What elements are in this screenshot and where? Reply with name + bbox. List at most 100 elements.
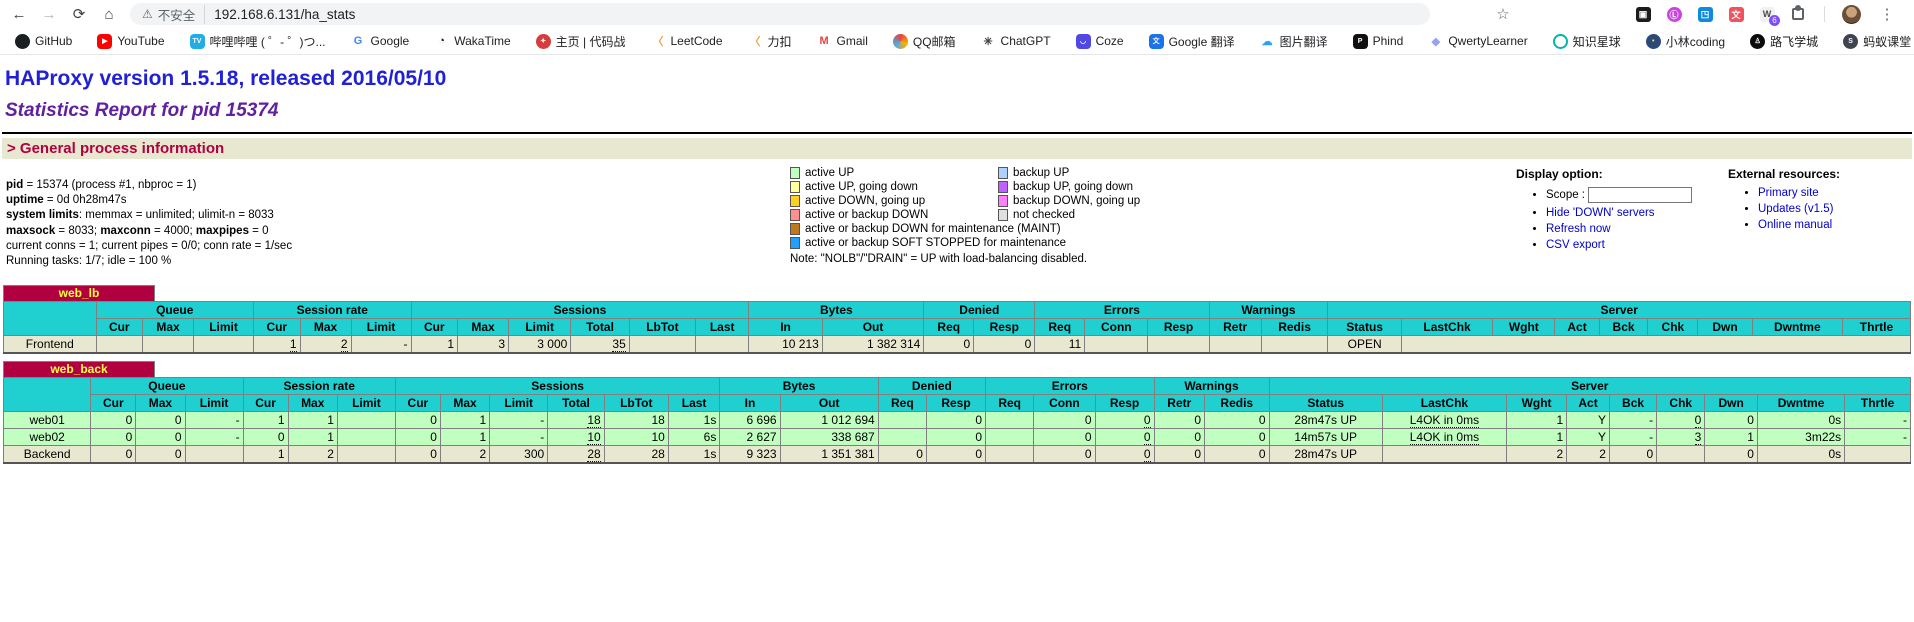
- legend-swatch: [998, 195, 1008, 207]
- qwerty-learner-icon: ◆: [1428, 34, 1443, 49]
- cell-rate-cur: 1: [243, 446, 288, 464]
- scope-item: Scope :: [1546, 187, 1728, 203]
- cell-errors-conn: 0: [1034, 429, 1095, 446]
- blue-box-extension-icon[interactable]: ◳: [1696, 5, 1714, 23]
- cell-denied-resp: 0: [926, 412, 985, 429]
- cell-dwn: 0: [1705, 446, 1758, 464]
- group-header-bytes: Bytes: [749, 302, 924, 319]
- reload-icon[interactable]: ⟳: [66, 3, 92, 25]
- cell-sessions-max: 3: [458, 336, 509, 354]
- bookmark-leetcode[interactable]: 〈LeetCode: [650, 34, 722, 49]
- link-online-manual[interactable]: Online manual: [1758, 219, 1832, 231]
- menu-icon[interactable]: ⋮: [1874, 3, 1900, 25]
- legend-label: active UP: [805, 167, 854, 179]
- blue-box-extension-icon-glyph: ◳: [1698, 7, 1713, 22]
- col-header-bck: Bck: [1609, 395, 1656, 412]
- col-header-bytes-out: Out: [822, 319, 924, 336]
- legend-swatch: [998, 209, 1008, 221]
- haproxy-stats-page: HAProxy version 1.5.18, released 2016/05…: [0, 55, 1914, 464]
- forward-icon[interactable]: →: [36, 3, 62, 25]
- bookmark-google[interactable]: GGoogle: [351, 34, 410, 49]
- bookmark-phind[interactable]: PPhind: [1353, 34, 1404, 49]
- bookmark-chatgpt[interactable]: ✳ChatGPT: [981, 34, 1051, 49]
- bookmark-wakatime[interactable]: ◔WakaTime: [434, 34, 510, 49]
- table-row-web01: web0100-1101-18181s6 6961 012 6940000028…: [4, 412, 1911, 429]
- security-chip[interactable]: ⚠ 不安全: [142, 5, 205, 24]
- toolbar-divider: [1824, 6, 1825, 22]
- translate-a-extension-icon-glyph: 文: [1729, 7, 1744, 22]
- legend-swatch: [790, 223, 800, 235]
- col-header-dwn: Dwn: [1705, 395, 1758, 412]
- legend-label: active or backup DOWN: [805, 209, 928, 221]
- col-header-rate-limit: Limit: [337, 395, 395, 412]
- group-header-warnings: Warnings: [1209, 302, 1328, 319]
- extensions-puzzle-icon[interactable]: [1789, 5, 1807, 23]
- legend-swatch: [790, 237, 800, 249]
- cell-rate-limit: -: [351, 336, 411, 354]
- cell-rate-max: 2: [300, 336, 351, 354]
- table-row-web02: web0200-0101-10106s2 627338 6870000014m5…: [4, 429, 1911, 446]
- wappalyzer-extension-icon[interactable]: W6: [1758, 5, 1776, 23]
- col-header-queue-max: Max: [136, 395, 185, 412]
- home-icon[interactable]: ⌂: [96, 3, 122, 25]
- youtube-icon: ▶: [97, 34, 112, 49]
- cell-bytes-in: 10 213: [749, 336, 822, 354]
- table-title-web_lb: web_lb: [3, 285, 155, 301]
- cell-status: 28m47s UP: [1269, 412, 1382, 429]
- bookmark-item[interactable]: 知识星球: [1553, 33, 1621, 50]
- bookmark-item[interactable]: TV哔哩哔哩 ( ゜- ゜)つ...: [190, 33, 326, 50]
- link-hide-down-servers[interactable]: Hide 'DOWN' servers: [1546, 207, 1655, 219]
- cell-warnings-redis: [1261, 336, 1328, 354]
- divider-rule: [2, 132, 1912, 134]
- scope-input[interactable]: [1588, 187, 1692, 203]
- legend-item-not-checked: not checked: [998, 208, 1182, 222]
- cell-queue-cur: 0: [91, 446, 136, 464]
- cell-denied-resp: 0: [926, 429, 985, 446]
- url-text: 192.168.6.131/ha_stats: [214, 7, 355, 22]
- page-title[interactable]: HAProxy version 1.5.18, released 2016/05…: [5, 67, 446, 91]
- bookmark-label: Phind: [1373, 34, 1404, 48]
- link-csv-export[interactable]: CSV export: [1546, 239, 1605, 251]
- bookmark-github[interactable]: GitHub: [15, 34, 72, 49]
- external-resources-title: External resources:: [1728, 167, 1886, 181]
- bookmark-gmail[interactable]: MGmail: [817, 34, 868, 49]
- side-panel-extension-icon[interactable]: ▣: [1634, 5, 1652, 23]
- cell-sessions-total: 18: [548, 412, 605, 429]
- col-header-act: Act: [1567, 395, 1610, 412]
- bookmark-youtube[interactable]: ▶YouTube: [97, 34, 164, 49]
- link-refresh-now[interactable]: Refresh now: [1546, 223, 1611, 235]
- link-updates-v1-5[interactable]: Updates (v1.5): [1758, 203, 1833, 215]
- cell-denied-resp: 0: [926, 446, 985, 464]
- bookmark-item[interactable]: 〈力扣: [748, 33, 792, 50]
- bookmark-item[interactable]: S蚂蚁课堂: [1843, 33, 1911, 50]
- bookmark-label: GitHub: [35, 34, 72, 48]
- bookmark-item[interactable]: ✦主页 | 代码战: [536, 33, 626, 50]
- bookmark-item[interactable]: ♙路飞学城: [1750, 33, 1818, 50]
- translate-a-extension-icon[interactable]: 文: [1727, 5, 1745, 23]
- bookmark-label: QwertyLearner: [1448, 34, 1527, 48]
- bookmark-qwertylearner[interactable]: ◆ QwertyLearner: [1428, 34, 1527, 49]
- legend-item-backup-up: backup UP: [998, 166, 1182, 180]
- group-header-sessions: Sessions: [395, 378, 719, 395]
- bookmark-coding[interactable]: •小林coding: [1646, 33, 1725, 50]
- address-bar[interactable]: ⚠ 不安全 192.168.6.131/ha_stats: [130, 3, 1430, 25]
- cell-warnings-redis: 0: [1205, 429, 1270, 446]
- bookmark-item[interactable]: ☁图片翻译: [1260, 33, 1328, 50]
- bookmark-coze[interactable]: ◡Coze: [1076, 34, 1124, 49]
- link-primary-site[interactable]: Primary site: [1758, 187, 1819, 199]
- bookmark-google[interactable]: 文Google 翻译: [1149, 33, 1235, 50]
- col-header-warnings-redis: Redis: [1205, 395, 1270, 412]
- cell-bytes-in: 6 696: [720, 412, 780, 429]
- bookmark-star-icon[interactable]: ☆: [1490, 3, 1516, 25]
- lr-extension-icon[interactable]: Ⓛ: [1665, 5, 1683, 23]
- leetcode-icon: 〈: [650, 34, 665, 49]
- nav-buttons: ←→⟳⌂: [6, 3, 122, 25]
- group-header-denied: Denied: [878, 378, 985, 395]
- profile-avatar[interactable]: [1842, 5, 1861, 24]
- col-header-thrtle: Thrtle: [1845, 395, 1911, 412]
- col-header-wght: Wght: [1507, 395, 1567, 412]
- group-header-bytes: Bytes: [720, 378, 878, 395]
- col-header-lastchk: LastChk: [1382, 395, 1506, 412]
- back-icon[interactable]: ←: [6, 3, 32, 25]
- bookmark-qq[interactable]: QQ邮箱: [893, 33, 956, 50]
